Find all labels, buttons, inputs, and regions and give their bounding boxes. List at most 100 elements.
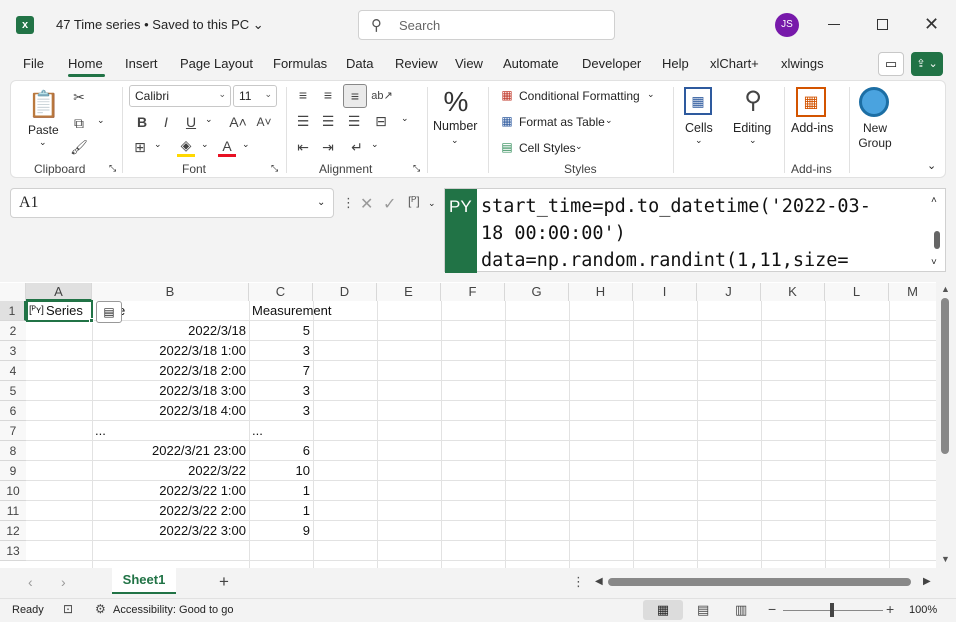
editing-chevron-icon[interactable]: ⌄ — [749, 135, 757, 146]
scroll-down-icon[interactable]: ˅ — [931, 257, 937, 268]
cell-styles-button[interactable]: Cell Styles — [519, 141, 576, 155]
copy-chevron-icon[interactable]: ⌄ — [97, 115, 105, 126]
accessibility-icon[interactable]: ⚙ — [95, 602, 106, 616]
zoom-slider-thumb[interactable] — [830, 603, 834, 617]
borders-chevron-icon[interactable]: ⌄ — [154, 139, 162, 150]
conditional-formatting-chevron-icon[interactable]: ⌄ — [647, 89, 655, 100]
row-header[interactable]: 6 — [0, 401, 26, 421]
italic-icon[interactable]: I — [158, 112, 174, 132]
accessibility-status[interactable]: Accessibility: Good to go — [113, 604, 233, 616]
font-launcher-icon[interactable]: ⤡ — [271, 163, 278, 174]
tab-home[interactable]: Home — [68, 56, 103, 71]
cut-icon[interactable]: ✂ — [69, 87, 89, 107]
minimize-icon[interactable] — [828, 24, 840, 25]
font-color-chevron-icon[interactable]: ⌄ — [242, 139, 250, 150]
row-header[interactable]: 9 — [0, 461, 26, 481]
cell-b[interactable]: ... — [95, 421, 106, 441]
decrease-font-icon[interactable]: A˅ — [255, 112, 273, 132]
column-header[interactable]: M — [889, 283, 936, 301]
tab-insert[interactable]: Insert — [125, 56, 158, 71]
worksheet-grid[interactable]: A B C D E F G H I J K L M 1 2 3 4 5 6 7 … — [0, 282, 956, 568]
cell-c[interactable]: 7 — [251, 361, 310, 381]
scroll-down-icon[interactable]: ▼ — [941, 554, 950, 564]
row-header[interactable]: 12 — [0, 521, 26, 541]
number-chevron-icon[interactable]: ⌄ — [451, 135, 459, 146]
cell-c[interactable]: ... — [252, 421, 263, 441]
underline-icon[interactable]: U — [183, 112, 199, 132]
row-header[interactable]: 10 — [0, 481, 26, 501]
chevron-down-icon[interactable]: ⌄ — [428, 198, 436, 209]
column-header[interactable]: K — [761, 283, 825, 301]
zoom-in-icon[interactable]: + — [886, 601, 894, 617]
cell-c[interactable]: 3 — [251, 381, 310, 401]
vertical-scrollbar[interactable]: ▲ ▼ — [936, 282, 956, 568]
orientation-icon[interactable]: ab↗ — [371, 85, 393, 105]
add-ins-button[interactable]: Add-ins — [791, 121, 833, 135]
align-right-icon[interactable]: ☰ — [345, 111, 363, 131]
scroll-left-icon[interactable]: ◀ — [595, 576, 603, 587]
avatar[interactable]: JS — [775, 13, 799, 37]
row-header[interactable]: 11 — [0, 501, 26, 521]
underline-chevron-icon[interactable]: ⌄ — [205, 114, 213, 125]
horizontal-scrollbar-thumb[interactable] — [608, 578, 911, 586]
cell-b[interactable]: 2022/3/22 — [94, 461, 246, 481]
tab-data[interactable]: Data — [346, 56, 373, 71]
conditional-formatting-button[interactable]: Conditional Formatting — [519, 89, 640, 103]
font-color-icon[interactable]: A — [218, 137, 236, 157]
card-icon[interactable]: ▤ — [96, 301, 122, 323]
cells-label[interactable]: Cells — [685, 121, 713, 135]
vertical-scrollbar-thumb[interactable] — [941, 298, 949, 454]
column-header[interactable]: F — [441, 283, 505, 301]
cell-b[interactable]: 2022/3/18 3:00 — [94, 381, 246, 401]
format-as-table-button[interactable]: Format as Table — [519, 115, 605, 129]
decrease-indent-icon[interactable]: ⇤ — [294, 137, 312, 157]
align-center-icon[interactable]: ☰ — [319, 111, 337, 131]
page-break-view-icon[interactable]: ▥ — [735, 602, 747, 618]
row-header[interactable]: 1 — [0, 301, 26, 321]
python-code[interactable]: start_time=pd.to_datetime('2022-03- 18 00… — [481, 193, 921, 274]
cell-a1[interactable]: Series — [46, 301, 83, 321]
align-left-icon[interactable]: ☰ — [294, 111, 312, 131]
cancel-icon[interactable]: ✕ — [360, 194, 373, 214]
magnifier-icon[interactable]: ⚲ — [736, 85, 770, 115]
clipboard-launcher-icon[interactable]: ⤡ — [109, 163, 116, 174]
search-box[interactable]: ⚲ Search — [358, 10, 615, 40]
cell-c[interactable]: 3 — [251, 341, 310, 361]
cell-c[interactable]: 3 — [251, 401, 310, 421]
font-name-select[interactable]: Calibri ⌄ — [129, 85, 231, 107]
column-header[interactable]: G — [505, 283, 569, 301]
tab-xlwings[interactable]: xlwings — [781, 56, 824, 71]
prev-sheet-icon[interactable]: ‹ — [28, 574, 33, 590]
column-header[interactable]: H — [569, 283, 633, 301]
add-sheet-icon[interactable]: + — [219, 572, 229, 592]
scroll-up-icon[interactable]: ˄ — [931, 195, 937, 206]
comments-button[interactable]: ▭ — [878, 52, 904, 76]
enter-icon[interactable]: ✓ — [383, 194, 396, 214]
row-header[interactable]: 7 — [0, 421, 26, 441]
wrap-chevron-icon[interactable]: ⌄ — [371, 139, 379, 150]
more-options-icon[interactable]: ⋮ — [572, 574, 585, 590]
column-header[interactable]: C — [249, 283, 313, 301]
tab-file[interactable]: File — [23, 56, 44, 71]
tab-developer[interactable]: Developer — [582, 56, 641, 71]
wrap-text-icon[interactable]: ↵ — [347, 137, 367, 157]
cell-c[interactable]: 10 — [251, 461, 310, 481]
zoom-level[interactable]: 100% — [909, 604, 937, 616]
cell-b[interactable]: 2022/3/18 4:00 — [94, 401, 246, 421]
page-layout-view-icon[interactable]: ▤ — [697, 602, 709, 618]
row-header[interactable]: 13 — [0, 541, 26, 561]
document-title[interactable]: 47 Time series • Saved to this PC ⌄ — [56, 17, 264, 33]
merge-chevron-icon[interactable]: ⌄ — [401, 113, 409, 124]
scroll-up-icon[interactable]: ▲ — [941, 284, 950, 294]
new-group-icon[interactable] — [859, 87, 889, 117]
cell-b[interactable]: 2022/3/22 1:00 — [94, 481, 246, 501]
merge-center-icon[interactable]: ⊟ — [371, 111, 391, 131]
tab-review[interactable]: Review — [395, 56, 438, 71]
cell-b[interactable]: 2022/3/22 2:00 — [94, 501, 246, 521]
cell-c[interactable]: 9 — [251, 521, 310, 541]
align-bottom-icon[interactable]: ≡ — [343, 84, 367, 108]
zoom-out-icon[interactable]: − — [768, 601, 776, 617]
format-as-table-icon[interactable]: ▦ — [499, 113, 515, 129]
share-button[interactable]: ⇪ ⌄ — [911, 52, 943, 76]
paste-icon[interactable]: 📋 — [28, 87, 60, 121]
